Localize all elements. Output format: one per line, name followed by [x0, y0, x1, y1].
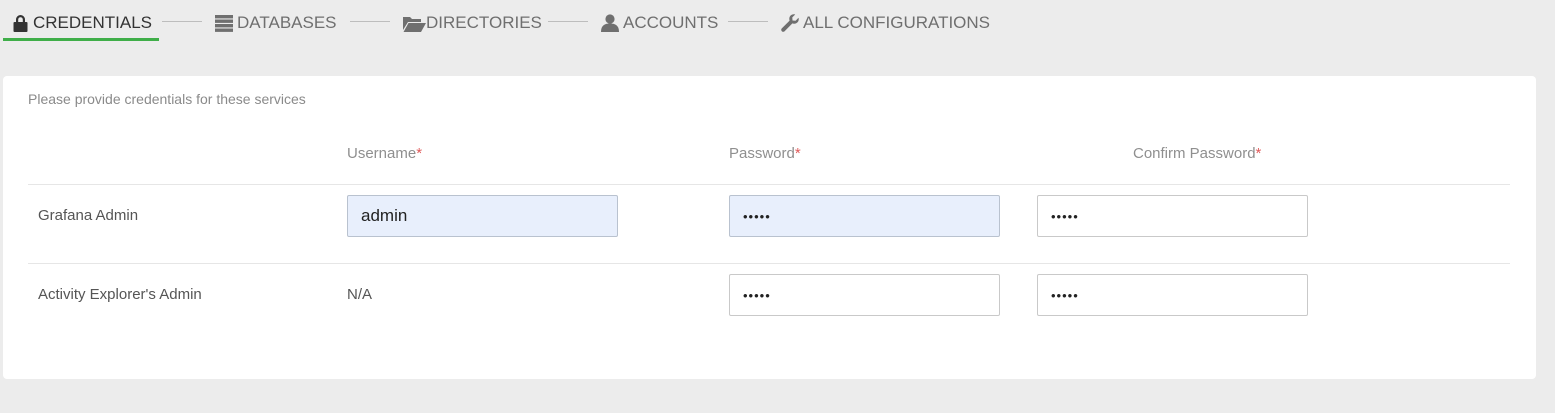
service-label-grafana-admin: Grafana Admin [38, 207, 139, 224]
step-databases[interactable]: DATABASES [215, 10, 337, 36]
step-connector [350, 21, 390, 22]
wizard-steps: CREDENTIALS DATABASES DIRECTORIES ACCOUN… [0, 0, 1555, 48]
database-icon [215, 14, 233, 32]
wrench-icon [781, 14, 799, 32]
step-label: CREDENTIALS [33, 13, 153, 32]
grafana-admin-password-input[interactable] [729, 195, 1000, 237]
grafana-admin-confirm-password-input[interactable] [1037, 195, 1308, 237]
step-connector [162, 21, 202, 22]
required-marker: * [794, 145, 801, 162]
step-credentials[interactable]: CREDENTIALS [12, 10, 152, 36]
step-label: ALL CONFIGURATIONS [803, 13, 991, 32]
step-accounts[interactable]: ACCOUNTS [601, 10, 718, 36]
step-label: DATABASES [237, 13, 337, 32]
column-header-username: Username* [347, 145, 423, 162]
required-marker: * [1255, 145, 1262, 162]
step-directories[interactable]: DIRECTORIES [403, 10, 542, 36]
row-divider [28, 263, 1510, 264]
lock-icon [12, 14, 29, 32]
user-icon [601, 14, 619, 32]
row-divider [28, 184, 1510, 185]
column-header-confirm-password: Confirm Password* [1133, 145, 1262, 162]
step-all-configurations[interactable]: ALL CONFIGURATIONS [781, 10, 990, 36]
service-label-activity-explorer-admin: Activity Explorer's Admin [38, 286, 202, 303]
step-connector [548, 21, 588, 22]
credentials-panel: Please provide credentials for these ser… [3, 76, 1536, 379]
activity-explorer-username-na: N/A [347, 286, 373, 303]
grafana-admin-username-input[interactable] [347, 195, 618, 237]
step-label: ACCOUNTS [623, 13, 719, 32]
step-connector [728, 21, 768, 22]
credentials-intro: Please provide credentials for these ser… [28, 91, 306, 107]
folder-open-icon [403, 15, 426, 32]
required-marker: * [416, 145, 423, 162]
step-label: DIRECTORIES [426, 13, 542, 32]
column-header-password: Password* [729, 145, 801, 162]
active-step-indicator [3, 38, 159, 41]
activity-explorer-confirm-password-input[interactable] [1037, 274, 1308, 316]
activity-explorer-password-input[interactable] [729, 274, 1000, 316]
